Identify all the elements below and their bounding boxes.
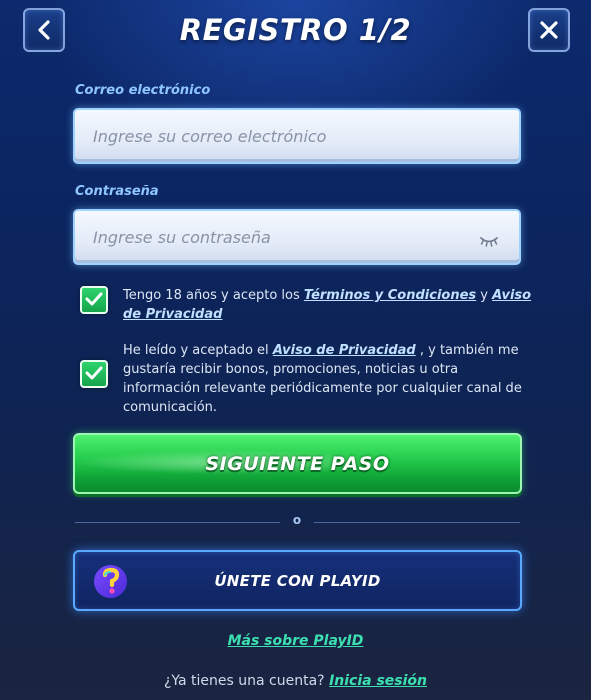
playid-button[interactable]: ÚNETE CON PLAYID — [73, 550, 522, 611]
password-field-wrapper — [73, 209, 521, 265]
password-field[interactable] — [75, 211, 519, 263]
eye-closed-icon[interactable] — [479, 233, 499, 247]
email-field-wrapper — [73, 108, 521, 164]
marketing-checkbox[interactable] — [80, 360, 108, 388]
divider-or-label: o — [292, 513, 302, 527]
password-label: Contraseña — [75, 184, 159, 199]
next-step-label: SIGUIENTE PASO — [205, 452, 390, 475]
login-prompt: ¿Ya tienes una cuenta? Inicia sesión — [0, 673, 591, 689]
next-step-button[interactable]: SIGUIENTE PASO — [73, 433, 522, 494]
marketing-consent-text: He leído y aceptado el Aviso de Privacid… — [123, 341, 523, 417]
divider-left — [75, 522, 280, 523]
playid-label: ÚNETE CON PLAYID — [214, 571, 381, 590]
divider-right — [314, 522, 520, 523]
terms-checkbox[interactable] — [80, 286, 108, 314]
email-field[interactable] — [75, 110, 519, 162]
marketing-text-before: He leído y aceptado el — [123, 343, 273, 358]
checkmark-icon — [85, 365, 103, 384]
terms-text-before: Tengo 18 años y acepto los — [123, 288, 304, 303]
terms-link[interactable]: Términos y Condiciones — [304, 288, 476, 303]
checkmark-icon — [85, 291, 103, 310]
login-link[interactable]: Inicia sesión — [329, 673, 427, 689]
more-about-playid-link[interactable]: Más sobre PlayID — [0, 633, 591, 649]
close-button[interactable] — [528, 8, 570, 52]
email-label: Correo electrónico — [75, 83, 211, 98]
terms-consent-text: Tengo 18 años y acepto los Términos y Co… — [123, 286, 533, 324]
terms-text-middle: y — [476, 288, 493, 303]
privacy-link-2[interactable]: Aviso de Privacidad — [273, 343, 416, 358]
page-title: REGISTRO 1/2 — [179, 13, 412, 47]
login-question: ¿Ya tienes una cuenta? — [163, 673, 330, 689]
close-icon — [539, 20, 559, 40]
